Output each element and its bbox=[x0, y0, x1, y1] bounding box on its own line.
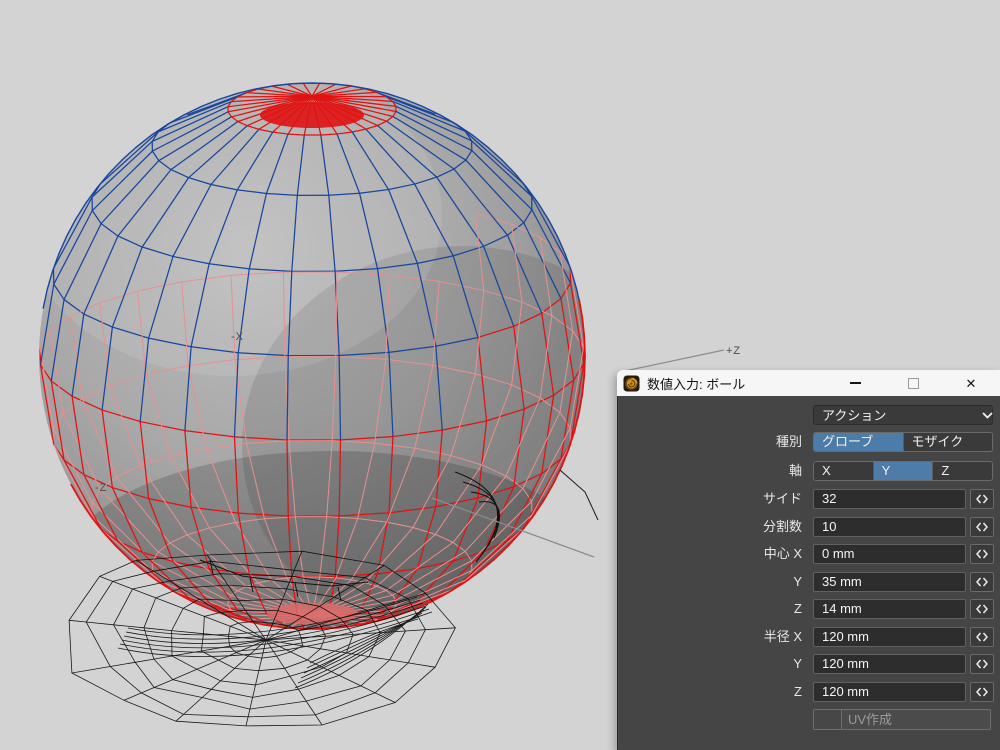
field-row-1: 分割数 10 bbox=[618, 517, 1000, 537]
field-spinner-7[interactable] bbox=[970, 682, 994, 702]
field-spinner-4[interactable] bbox=[970, 599, 994, 619]
field-row-7: Z 120 mm bbox=[618, 682, 1000, 702]
field-input-4[interactable]: 14 mm bbox=[813, 599, 966, 619]
field-label: Z bbox=[794, 599, 802, 619]
field-input-3[interactable]: 35 mm bbox=[813, 572, 966, 592]
field-input-1[interactable]: 10 bbox=[813, 517, 966, 537]
field-row-0: サイド 32 bbox=[618, 489, 1000, 509]
field-spinner-6[interactable] bbox=[970, 654, 994, 674]
axis-label--X: -X bbox=[231, 331, 244, 343]
field-label: Z bbox=[794, 682, 802, 702]
field-row-2: 中心 X 0 mm bbox=[618, 544, 1000, 564]
action-dropdown[interactable]: アクション bbox=[813, 405, 993, 425]
field-label: 半径 X bbox=[764, 627, 802, 647]
left-right-arrows-icon bbox=[976, 522, 988, 532]
segmented-row-0: 種別グローブモザイク bbox=[618, 432, 1000, 452]
dialog-titlebar[interactable]: 数値入力: ボール ✕ bbox=[617, 370, 1000, 396]
left-right-arrows-icon bbox=[976, 549, 988, 559]
segmented-control: XYZ bbox=[813, 461, 993, 481]
segmented-row-1: 軸XYZ bbox=[618, 461, 1000, 481]
field-spinner-0[interactable] bbox=[970, 489, 994, 509]
field-label: 分割数 bbox=[763, 517, 802, 537]
metasequoia-icon bbox=[623, 375, 640, 392]
segment-option-1-2[interactable]: Z bbox=[933, 462, 992, 480]
left-right-arrows-icon bbox=[976, 687, 988, 697]
dialog-title: 数値入力: ボール bbox=[647, 374, 745, 393]
left-right-arrows-icon bbox=[976, 659, 988, 669]
field-input-6[interactable]: 120 mm bbox=[813, 654, 966, 674]
maximize-icon bbox=[908, 378, 919, 389]
field-spinner-1[interactable] bbox=[970, 517, 994, 537]
row-label: 種別 bbox=[776, 432, 802, 452]
left-right-arrows-icon bbox=[976, 604, 988, 614]
field-label: Y bbox=[793, 654, 802, 674]
field-label: Y bbox=[793, 572, 802, 592]
segmented-control: グローブモザイク bbox=[813, 432, 993, 452]
segment-option-0-0[interactable]: グローブ bbox=[814, 433, 904, 451]
field-label: サイド bbox=[763, 489, 802, 509]
maximize-button[interactable] bbox=[884, 370, 942, 396]
numeric-input-dialog: 数値入力: ボール ✕ アクション 種別グローブモザイク軸XYZ サイド32分割… bbox=[617, 370, 1000, 750]
field-row-5: 半径 X 120 mm bbox=[618, 627, 1000, 647]
left-right-arrows-icon bbox=[976, 577, 988, 587]
field-row-4: Z 14 mm bbox=[618, 599, 1000, 619]
segment-option-1-0[interactable]: X bbox=[814, 462, 874, 480]
field-label: 中心 X bbox=[764, 544, 802, 564]
dialog-body: アクション 種別グローブモザイク軸XYZ サイド32分割数10中心 X0 mmY… bbox=[617, 396, 1000, 750]
left-right-arrows-icon bbox=[976, 632, 988, 642]
minimize-button[interactable] bbox=[826, 370, 884, 396]
uv-create-button[interactable]: UV作成 bbox=[813, 709, 991, 730]
field-spinner-3[interactable] bbox=[970, 572, 994, 592]
chevron-down-icon bbox=[982, 412, 993, 419]
left-right-arrows-icon bbox=[976, 494, 988, 504]
close-icon: ✕ bbox=[966, 377, 977, 390]
field-input-5[interactable]: 120 mm bbox=[813, 627, 966, 647]
close-button[interactable]: ✕ bbox=[942, 370, 1000, 396]
uv-create-label: UV作成 bbox=[842, 710, 990, 729]
action-row: アクション bbox=[618, 405, 1000, 425]
axis-label--Z: -Z bbox=[95, 482, 107, 494]
field-input-7[interactable]: 120 mm bbox=[813, 682, 966, 702]
field-input-0[interactable]: 32 bbox=[813, 489, 966, 509]
segment-option-1-1[interactable]: Y bbox=[874, 462, 934, 480]
row-label: 軸 bbox=[789, 461, 802, 481]
segment-option-0-1[interactable]: モザイク bbox=[904, 433, 993, 451]
minimize-icon bbox=[850, 382, 861, 384]
field-input-2[interactable]: 0 mm bbox=[813, 544, 966, 564]
field-spinner-2[interactable] bbox=[970, 544, 994, 564]
field-row-6: Y 120 mm bbox=[618, 654, 1000, 674]
field-spinner-5[interactable] bbox=[970, 627, 994, 647]
field-row-3: Y 35 mm bbox=[618, 572, 1000, 592]
uv-create-checkbox[interactable] bbox=[814, 710, 842, 729]
axis-label-+Z: +Z bbox=[726, 345, 741, 357]
